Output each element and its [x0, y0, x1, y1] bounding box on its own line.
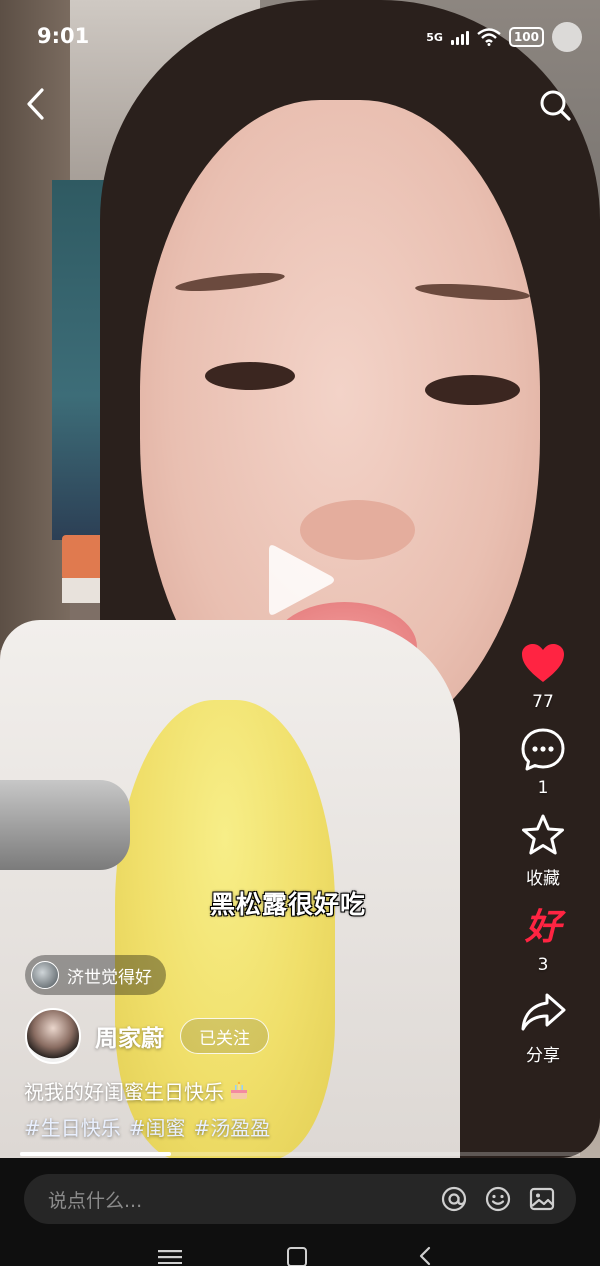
post-caption: 祝我的好闺蜜生日快乐: [24, 1076, 250, 1105]
hao-button[interactable]: 好 3: [525, 903, 561, 975]
comment-input-box[interactable]: 说点什么...: [24, 1174, 576, 1224]
share-label: 分享: [526, 1046, 560, 1066]
hao-icon: 好: [524, 906, 561, 948]
caption-text: 祝我的好闺蜜生日快乐: [24, 1080, 224, 1104]
status-time: 9:01: [37, 24, 90, 48]
signal-icon: [450, 29, 469, 45]
friend-liked-chip[interactable]: 济世觉得好: [25, 955, 166, 995]
system-nav-bar: [0, 1238, 600, 1266]
like-count: 77: [532, 692, 554, 712]
hashtag[interactable]: #汤盈盈: [194, 1112, 271, 1141]
network-type: 5G: [426, 30, 443, 44]
comment-button[interactable]: 1: [519, 726, 567, 798]
battery-indicator: 100: [508, 27, 544, 47]
collect-label: 收藏: [526, 869, 560, 889]
status-icons: 5G 100: [426, 22, 582, 52]
video-progress-bar[interactable]: [20, 1152, 580, 1156]
mention-icon[interactable]: [440, 1185, 468, 1213]
floating-bubble-icon[interactable]: [552, 22, 582, 52]
status-bar: 9:01 5G 100: [0, 0, 600, 75]
image-icon[interactable]: [528, 1185, 556, 1213]
hashtag-list: #生日快乐 #闺蜜 #汤盈盈: [24, 1112, 270, 1141]
comment-count: 1: [537, 778, 549, 798]
like-button[interactable]: 77: [519, 640, 567, 712]
video-subtitle: 黑松露很好吃: [210, 890, 367, 919]
hashtag[interactable]: #闺蜜: [129, 1112, 186, 1141]
author-name[interactable]: 周家蔚: [95, 1019, 164, 1053]
friend-liked-text: 济世觉得好: [67, 967, 152, 988]
action-rail: 77 1 收藏 好 3 分享: [506, 640, 580, 1080]
avatar[interactable]: [25, 1008, 81, 1064]
wifi-icon: [477, 28, 501, 46]
hashtag[interactable]: #生日快乐: [24, 1112, 121, 1141]
heart-icon: [522, 644, 564, 682]
menu-icon[interactable]: [158, 1250, 182, 1264]
search-icon[interactable]: [538, 88, 572, 122]
emoji-icon[interactable]: [484, 1185, 512, 1213]
nav-back-icon[interactable]: [418, 1246, 432, 1266]
comment-input[interactable]: 说点什么...: [24, 1186, 440, 1213]
video-post-screen: 9:01 5G 100 77 1 收藏 好 3 分享 黑松露很好吃 济世觉得好 …: [0, 0, 600, 1266]
share-button[interactable]: 分享: [519, 989, 567, 1066]
cake-emoji-icon: [231, 1081, 247, 1099]
collect-button[interactable]: 收藏: [519, 812, 567, 889]
home-icon[interactable]: [287, 1247, 307, 1266]
comment-icon: [521, 728, 565, 771]
video-progress-fill: [20, 1152, 172, 1156]
back-icon[interactable]: [22, 86, 50, 122]
play-icon[interactable]: [265, 540, 337, 620]
follow-button[interactable]: 已关注: [180, 1018, 269, 1054]
share-icon: [521, 993, 566, 1031]
star-icon: [522, 814, 564, 855]
hao-count: 3: [537, 955, 549, 975]
bottom-bar: 说点什么...: [0, 1158, 600, 1266]
friend-avatar: [31, 961, 59, 989]
author-row: 周家蔚 已关注: [25, 1008, 269, 1064]
